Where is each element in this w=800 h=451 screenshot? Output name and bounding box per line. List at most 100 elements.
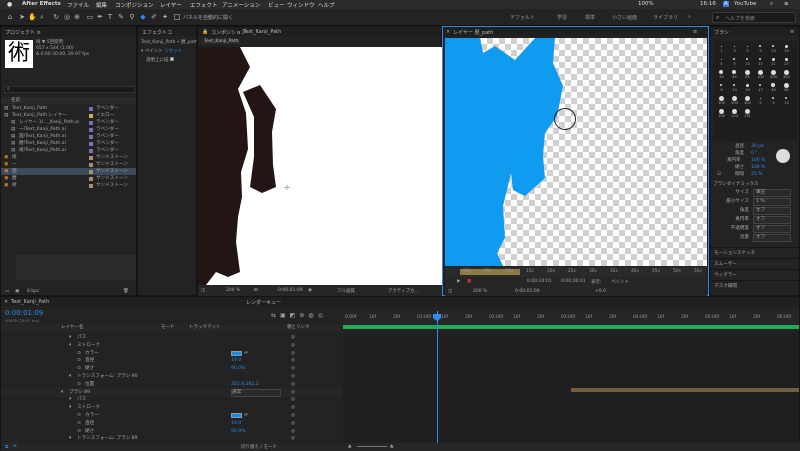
brush-tip-dot[interactable] [784, 44, 788, 48]
brush-tip-dot[interactable] [746, 45, 748, 47]
roundness-value[interactable]: 100 % [751, 157, 765, 164]
zoom-out-icon[interactable]: ▲ [348, 444, 351, 449]
layer-timecode[interactable]: 0:00:01:09 [515, 289, 540, 294]
comp-timecode[interactable]: 0:00:01:09 [278, 288, 303, 293]
layer-canvas[interactable] [445, 38, 707, 266]
rectangle-tool-icon[interactable]: ▭ [86, 13, 94, 21]
camera-tool-icon[interactable]: ◎ [63, 13, 71, 21]
project-item[interactable]: ▤ Text_Kanji_Path ラベンダー [1, 105, 136, 112]
workspace-libraries[interactable]: ライブラリ [653, 14, 678, 21]
brush-tip-dot[interactable] [784, 57, 788, 61]
pan-behind-tool-icon[interactable]: ⊕ [73, 13, 81, 21]
work-area-bar[interactable] [343, 325, 799, 329]
label-color-swatch[interactable] [89, 135, 93, 139]
layer-duration-bar[interactable] [571, 388, 799, 392]
hardness-value[interactable]: 100 % [751, 164, 765, 171]
menu-view[interactable]: ビュー [268, 1, 285, 9]
close-icon[interactable]: × [446, 29, 450, 35]
brush-tip-dot[interactable] [745, 83, 749, 87]
menu-effect[interactable]: エフェクト [190, 1, 218, 9]
comp-canvas[interactable]: ✛ [198, 47, 443, 285]
input-source-icon[interactable]: A [723, 1, 729, 7]
menu-composition[interactable]: コンポジション [115, 1, 154, 9]
brush-tip-dot[interactable] [744, 95, 750, 101]
brush-tip-dot[interactable] [719, 70, 723, 74]
menu-file[interactable]: ファイル [67, 1, 89, 9]
label-color-swatch[interactable] [89, 177, 93, 181]
color-swatch[interactable] [231, 413, 242, 418]
pickwhip-icon[interactable]: ◎ [291, 434, 295, 443]
grid-icon[interactable]: ⊞ [254, 288, 258, 293]
menu-layer[interactable]: レイヤー [160, 1, 182, 9]
pen-tool-icon[interactable]: ✒ [96, 13, 104, 21]
menu-edit[interactable]: 編集 [96, 1, 107, 9]
project-item[interactable]: ▤ 国/Text_Kanji_Path.ai ラベンダー [1, 133, 136, 140]
roto-brush-tool-icon[interactable]: ✐ [150, 13, 158, 21]
spacing-checkbox[interactable]: ☑ [717, 171, 721, 178]
brush-tip-dot[interactable] [759, 97, 761, 99]
label-color-swatch[interactable] [89, 121, 93, 125]
clone-stamp-tool-icon[interactable]: ⚲ [128, 13, 136, 21]
brush-tip-dot[interactable] [783, 82, 789, 88]
menu-window[interactable]: ウィンドウ [287, 1, 315, 9]
comp-flowchart-tab[interactable]: Text_Kanji_Path [202, 39, 241, 44]
brush-tip-dot[interactable] [733, 58, 735, 60]
project-item[interactable]: ▣ 一 サンドストーン [1, 161, 136, 168]
dynamics-dropdown[interactable]: オフ [753, 207, 791, 215]
brush-tip-dot[interactable] [759, 58, 761, 60]
brush-tip-dot[interactable] [744, 69, 750, 75]
layer-name-header[interactable]: レイヤー名 [61, 324, 83, 332]
trash-icon[interactable]: 🗑 [123, 289, 129, 294]
angle-value[interactable]: 0 ° [751, 150, 758, 157]
tab-effect-controls[interactable]: エフェクトコ [142, 29, 172, 36]
zoom-tool-icon[interactable]: ⌕ [38, 13, 46, 21]
menu-list-icon[interactable]: ≡ [784, 1, 789, 7]
parent-header[interactable]: 親とリンク [287, 324, 310, 332]
brush-tip-dot[interactable] [759, 45, 761, 47]
timeline-timecode[interactable]: 0:00:01:09 [5, 309, 43, 317]
menu-animation[interactable]: アニメーション [222, 1, 260, 9]
disclosure-triangle-icon[interactable]: ▾ [69, 434, 71, 443]
label-color-swatch[interactable] [89, 142, 93, 146]
in-point-icon[interactable]: ▶ [457, 279, 460, 284]
auto-open-checkbox[interactable] [174, 14, 180, 20]
trkmat-header[interactable]: トラックマット [189, 324, 221, 332]
label-color-swatch[interactable] [89, 170, 93, 174]
brush-tip-dot[interactable] [731, 108, 737, 114]
diameter-value[interactable]: 30 px [751, 143, 764, 150]
project-item[interactable]: ▤ 一/Text_Kanji_Path.ai ラベンダー [1, 126, 136, 133]
hand-tool-icon[interactable]: ✋ [28, 13, 37, 21]
selection-tool-icon[interactable]: ➤ [18, 13, 26, 21]
layer-time-ruler[interactable]: 00s 05s 10s 15s 20s 25s 30s 35s 40s 45s 50s 55s [445, 267, 707, 277]
tab-brushes[interactable]: ブラシ [714, 29, 729, 36]
brush-tip-dot[interactable] [718, 108, 724, 114]
tab-timeline[interactable]: Text_Kanji_Path [11, 299, 49, 305]
help-search-input[interactable]: ⌕ ヘルプを検索 [712, 12, 796, 23]
exposure-value[interactable]: +0.0 [595, 289, 606, 294]
label-color-swatch[interactable] [89, 163, 93, 167]
menu-help[interactable]: ヘルプ [318, 1, 335, 9]
time-ruler[interactable]: 0:00f 10f 20f 01:00f 10f 20f 02:00f 10f 20f 03:00… [343, 311, 799, 325]
brush-tip-dot[interactable] [720, 58, 722, 60]
brush-tip-dot[interactable] [772, 45, 774, 47]
brush-tip-dot[interactable] [733, 45, 735, 47]
paint-effect[interactable]: ▾ ペイント リセット [141, 48, 182, 54]
label-color-swatch[interactable] [89, 107, 93, 111]
collapsed-panel-tab[interactable]: マスク補間 [710, 280, 799, 291]
project-item[interactable]: ▣ 術 サンドストーン [1, 154, 136, 161]
tab-comp-name[interactable]: Text_Kanji_Path [243, 29, 281, 35]
label-color-swatch[interactable] [89, 184, 93, 188]
search-icon[interactable]: ⌕ [770, 1, 773, 8]
dynamics-dropdown[interactable]: 筆圧 [753, 189, 791, 197]
dynamics-dropdown[interactable]: 1 % [753, 198, 791, 206]
timeline-property-row[interactable]: ▾ トランスフォーム: ブラシ 89 ◎ [1, 434, 343, 443]
layer-timecode-in[interactable]: 0:00:20:01 [527, 279, 552, 284]
playhead[interactable] [437, 311, 438, 451]
timeline-track-area[interactable] [343, 333, 799, 443]
brush-tip-dot[interactable] [783, 69, 789, 75]
rotate-tool-icon[interactable]: ↻ [52, 13, 60, 21]
color-swatch[interactable] [231, 350, 242, 356]
project-item[interactable]: ▤ 術/Text_Kanji_Path.ai ラベンダー [1, 147, 136, 154]
project-item[interactable]: ▤ レイヤー 1/…_Kanji_Path.ai ラベンダー [1, 119, 136, 126]
brush-tip-dot[interactable] [770, 69, 776, 75]
